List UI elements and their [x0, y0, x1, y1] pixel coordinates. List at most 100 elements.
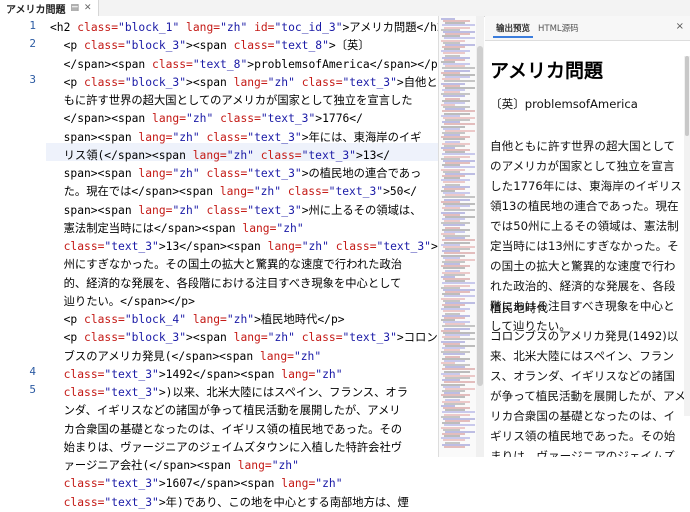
code-line: span><span lang="zh" class="text_3">の植民地… [50, 165, 422, 183]
close-icon[interactable]: ✕ [84, 3, 92, 13]
code-token: lang= [233, 331, 268, 345]
code-token: lang= [138, 203, 173, 217]
code-token: "text_3" [342, 331, 397, 345]
code-line: </span><span lang="zh" class="text_3">17… [50, 110, 363, 128]
code-line: カ合衆国の基礎となったのは、イギリス領の植民地であった。その [50, 421, 402, 439]
code-token: "text_3" [247, 203, 302, 217]
code-token: 的、経済的な発展を、各段階における注目すべき現象を中心として [50, 276, 402, 290]
tab-title: アメリカ問題 [6, 4, 66, 16]
code-token: ブスのアメリカ発見(</span><span [50, 349, 260, 363]
code-token: >アメリカ問題</h2> [342, 21, 451, 34]
code-token: "zh" [186, 112, 221, 126]
code-token: >13</span><span [158, 240, 268, 253]
code-token: >13</ [355, 148, 390, 162]
code-token: ンダ、イギリスなどの諸国が争って植民活動を展開したが、アメリ [50, 404, 401, 418]
code-token: span><span [50, 167, 139, 180]
code-line: 憲法制定当時には</span><span lang="zh" [50, 220, 304, 238]
code-token: lang= [138, 130, 173, 144]
code-token: >〔英〕 [328, 39, 370, 53]
code-token: lang= [219, 185, 254, 199]
code-editor[interactable]: 1 2 3 4 5 <h2 class="block_1" lang="zh" … [0, 16, 451, 509]
code-token: "text_3" [376, 240, 431, 253]
code-token: class= [63, 477, 105, 491]
code-token: class= [84, 313, 125, 326]
preview-scrollbar[interactable] [684, 56, 690, 416]
code-token: "text_3" [104, 240, 159, 253]
code-line: ブスのアメリカ発見(</span><span lang="zh" [50, 348, 322, 366]
close-icon[interactable]: × [676, 21, 684, 32]
code-token: class= [233, 39, 275, 53]
code-token: <p [50, 313, 85, 326]
preview-scrollbar-thumb[interactable] [685, 56, 689, 136]
code-token: >)以来、北米大陸にはスペイン、フランス、オラ [158, 386, 408, 399]
code-token: "text_3" [247, 167, 302, 180]
code-token: >1607</span><span [158, 477, 282, 491]
code-token: "zh" [226, 148, 261, 162]
code-token: "text_8" [192, 57, 248, 71]
code-line: class="text_3">)以来、北米大陸にはスペイン、フランス、オラ [50, 384, 408, 402]
minimap-line [444, 445, 465, 448]
code-token: class= [220, 112, 261, 126]
doc-icon[interactable]: ▤ [71, 3, 80, 13]
minimap[interactable] [438, 16, 477, 457]
code-token: "block_3" [124, 75, 187, 89]
code-token: class= [301, 331, 343, 345]
code-token: カ合衆国の基礎となったのは、イギリス領の植民地であった。その [50, 422, 403, 436]
code-line: </span><span class="text_8">problemsofAm… [50, 56, 445, 74]
code-token: class= [84, 331, 125, 345]
code-token: <p [50, 75, 85, 89]
code-token: lang= [281, 367, 316, 381]
code-line: span><span lang="zh" class="text_3">年には、… [50, 129, 422, 147]
code-token: "text_3" [104, 386, 159, 399]
code-token: lang= [186, 21, 221, 34]
code-token: id= [254, 21, 275, 34]
code-token: lang= [281, 477, 316, 491]
code-token: "zh" [267, 75, 302, 89]
code-token: "text_3" [301, 148, 356, 162]
code-token: "block_3" [124, 39, 187, 53]
code-token: 辿りたい。</span></p> [50, 294, 195, 308]
code-token: >年には、東海岸のイギ [301, 130, 422, 144]
code-token: class= [63, 367, 105, 381]
code-token: "text_3" [247, 130, 302, 144]
code-token: "zh" [220, 21, 255, 34]
code-token: "text_8" [274, 39, 329, 53]
tab-html-source[interactable]: HTML源码 [535, 22, 582, 36]
code-token: class= [335, 240, 377, 253]
code-token: "zh" [226, 313, 255, 326]
code-token: class= [301, 75, 343, 89]
line-number: 3 [29, 73, 36, 86]
preview-title: アメリカ問題 [490, 60, 604, 82]
code-token: >自他と [396, 75, 438, 89]
code-token: "text_3" [342, 75, 397, 89]
code-line: ンダ、イギリスなどの諸国が争って植民活動を展開したが、アメリ [50, 402, 401, 420]
code-token: "zh" [276, 221, 304, 235]
code-token: "zh" [172, 203, 207, 217]
preview-paragraph-2: コロンブスのアメリカ発見(1492)以来、北米大陸にはスペイン、フランス、オラン… [490, 329, 686, 457]
scrollbar-thumb[interactable] [477, 46, 483, 386]
editor-scrollbar[interactable] [476, 16, 484, 457]
editor-tab[interactable]: アメリカ問題 ▤ ✕ [0, 0, 99, 16]
code-token: lang= [152, 112, 187, 126]
code-line: class="text_3">1607</span><span lang="zh… [50, 475, 343, 493]
code-token: "zh" [293, 349, 322, 363]
code-token: "zh" [315, 477, 343, 491]
code-token: lang= [237, 459, 272, 472]
code-token: lang= [233, 75, 268, 89]
code-line: <h2 class="block_1" lang="zh" id="toc_id… [50, 19, 451, 37]
code-token: "text_3" [104, 477, 159, 491]
code-token: 始まりは、ヴァージニアのジェイムズタウンに入植した特許会社ヴ [50, 440, 403, 454]
tab-output-preview[interactable]: 输出预览 [493, 22, 534, 38]
code-token: "zh" [172, 130, 207, 144]
code-token: "zh" [315, 367, 343, 381]
code-token: "text_3" [260, 112, 316, 126]
code-token: "text_3" [328, 185, 384, 199]
code-token: class= [77, 21, 119, 34]
code-token: <h2 [50, 21, 78, 34]
code-token: </span><span [50, 57, 153, 71]
code-line: 的、経済的な発展を、各段階における注目すべき現象を中心として [50, 275, 402, 293]
code-token: lang= [259, 349, 294, 363]
code-token: >1492</span><span [158, 367, 282, 381]
